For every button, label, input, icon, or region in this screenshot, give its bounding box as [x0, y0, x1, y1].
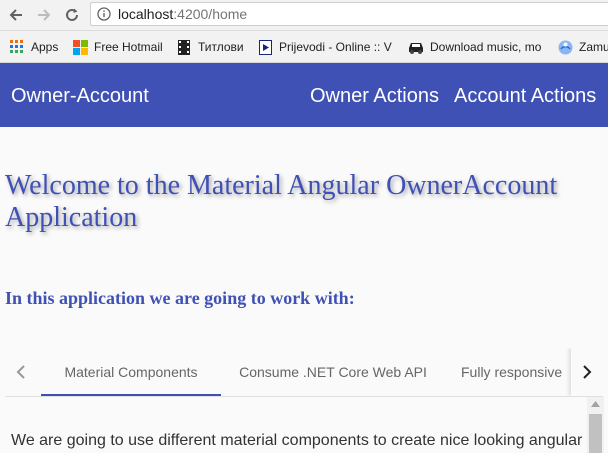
tab-label: Consume .NET Core Web API — [239, 364, 427, 380]
tab-body-text: We are going to use different material c… — [11, 432, 583, 449]
chevron-right-icon — [583, 365, 592, 379]
play-page-icon — [257, 39, 273, 55]
subtitle: In this application we are going to work… — [5, 288, 355, 308]
arrow-left-icon — [9, 9, 22, 21]
forward-button[interactable] — [32, 3, 56, 27]
arrow-right-icon — [38, 9, 51, 21]
tab-scroll-right-button[interactable] — [571, 348, 603, 396]
bookmark-label: Free Hotmail — [94, 40, 163, 54]
back-button[interactable] — [4, 3, 28, 27]
brand-link[interactable]: Owner-Account — [11, 85, 149, 107]
url-path: :4200/home — [173, 6, 248, 22]
bookmark-titlovi[interactable]: Титлови — [176, 38, 244, 56]
bookmark-free-hotmail[interactable]: Free Hotmail — [72, 38, 163, 56]
bookmark-download-music[interactable]: Download music, mo — [408, 38, 541, 56]
url-text: localhost:4200/home — [118, 6, 247, 22]
tab-scroll-left-button[interactable] — [5, 348, 37, 396]
active-tab-indicator — [41, 394, 221, 396]
bookmark-prijevodi[interactable]: Prijevodi - Online :: V — [257, 38, 392, 56]
tab-body: We are going to use different material c… — [5, 397, 587, 453]
welcome-title: Welcome to the Material Angular OwnerAcc… — [5, 170, 558, 233]
bookmark-label: Титлови — [198, 40, 244, 54]
globe-icon — [557, 39, 573, 55]
url-host: localhost — [118, 6, 174, 22]
tab-list: Material Components Consume .NET Core We… — [41, 348, 567, 396]
film-icon — [176, 39, 192, 55]
owner-actions-menu[interactable]: Owner Actions — [310, 85, 439, 107]
tab-material-components[interactable]: Material Components — [41, 348, 221, 396]
bookmarks-bar: Apps Free Hotmail Титлови Prijevodi - On… — [0, 31, 608, 63]
reload-icon — [66, 8, 78, 21]
bookmark-label: Download music, mo — [430, 40, 542, 54]
car-icon — [408, 39, 424, 55]
app-toolbar: Owner-Account Owner Actions Account Acti… — [0, 63, 608, 127]
tab-label: Fully responsive — [461, 364, 563, 380]
bookmark-label: Apps — [31, 40, 59, 54]
chevron-left-icon — [16, 365, 25, 379]
tab-header: Material Components Consume .NET Core We… — [5, 348, 603, 397]
info-icon — [97, 7, 111, 21]
address-bar[interactable]: localhost:4200/home — [90, 2, 608, 26]
bookmark-label: Prijevodi - Online :: V — [279, 40, 392, 54]
browser-nav-bar: localhost:4200/home — [0, 0, 608, 31]
apps-grid-icon — [9, 39, 25, 55]
scrollbar[interactable] — [587, 397, 604, 453]
scrollbar-thumb[interactable] — [589, 414, 602, 453]
bookmark-apps[interactable]: Apps — [9, 38, 58, 56]
tab-fully-responsive[interactable]: Fully responsive — [461, 348, 567, 396]
account-actions-menu[interactable]: Account Actions — [454, 85, 596, 107]
tab-consume-web-api[interactable]: Consume .NET Core Web API — [239, 348, 427, 396]
tab-label: Material Components — [64, 364, 198, 380]
scroll-up-arrow-icon[interactable] — [591, 401, 600, 407]
windows-logo-icon — [72, 39, 88, 55]
reload-button[interactable] — [60, 3, 84, 27]
bookmark-zamunda[interactable]: Zamu — [557, 38, 608, 56]
bookmark-label: Zamu — [579, 40, 608, 54]
